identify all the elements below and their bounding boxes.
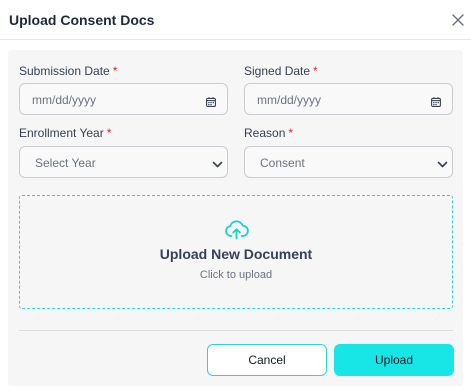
upload-button[interactable]: Upload	[334, 344, 454, 376]
dialog-title: Upload Consent Docs	[9, 12, 155, 28]
calendar-icon[interactable]	[206, 94, 216, 107]
submission-date-label: Submission Date *	[19, 64, 118, 78]
signed-date-input[interactable]: mm/dd/yyyy	[244, 83, 453, 115]
dialog-header: Upload Consent Docs	[0, 0, 471, 40]
signed-date-label: Signed Date *	[244, 64, 318, 78]
required-marker: *	[288, 126, 294, 140]
cloud-upload-icon	[224, 220, 249, 240]
chevron-down-icon[interactable]	[437, 157, 448, 168]
enrollment-year-value: Select Year	[35, 156, 96, 170]
reason-select[interactable]: Consent	[244, 146, 453, 178]
upload-title: Upload New Document	[159, 246, 313, 262]
submission-date-placeholder: mm/dd/yyyy	[32, 93, 97, 107]
upload-subtitle: Click to upload	[199, 269, 273, 281]
reason-value: Consent	[260, 156, 305, 170]
required-marker: *	[112, 64, 118, 78]
upload-consent-dialog: Upload Consent Docs Submission Date * mm/…	[0, 0, 471, 390]
required-marker: *	[106, 126, 112, 140]
upload-dropzone[interactable]: Upload New Document Click to upload	[19, 195, 453, 309]
enrollment-year-label: Enrollment Year *	[19, 126, 112, 140]
reason-label: Reason *	[244, 126, 294, 140]
close-icon[interactable]	[451, 13, 465, 27]
calendar-icon[interactable]	[431, 94, 441, 107]
required-marker: *	[313, 64, 318, 78]
submission-date-input[interactable]: mm/dd/yyyy	[19, 83, 228, 115]
chevron-down-icon[interactable]	[212, 157, 223, 168]
divider	[19, 330, 453, 331]
cancel-button[interactable]: Cancel	[207, 344, 327, 376]
signed-date-placeholder: mm/dd/yyyy	[257, 93, 322, 107]
dialog-body: Submission Date * mm/dd/yyyy Signed Date…	[8, 50, 463, 386]
enrollment-year-select[interactable]: Select Year	[19, 146, 228, 178]
